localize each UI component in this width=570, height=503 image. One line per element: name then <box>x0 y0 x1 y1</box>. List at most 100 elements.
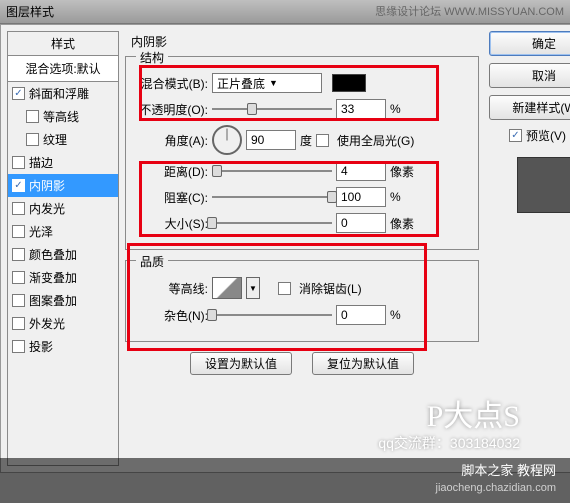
noise-value[interactable]: 0 <box>336 305 386 325</box>
make-default-button[interactable]: 设置为默认值 <box>190 352 292 375</box>
structure-fieldset: 结构 混合模式(B): 正片叠底 ▼ 不透明度(O): 33 % 角度(A): … <box>125 56 479 250</box>
shadow-color-chip[interactable] <box>332 74 366 92</box>
style-item-描边[interactable]: ✓ 描边 <box>8 151 118 174</box>
blend-options-row[interactable]: 混合选项:默认 <box>8 56 118 82</box>
style-item-斜面和浮雕[interactable]: ✓ 斜面和浮雕 <box>8 82 118 105</box>
style-item-颜色叠加[interactable]: ✓ 颜色叠加 <box>8 243 118 266</box>
preview-row: ✓ 预览(V) <box>489 127 570 144</box>
noise-unit: % <box>390 308 420 322</box>
forum-watermark: 思缘设计论坛 WWW.MISSYUAN.COM <box>375 0 564 23</box>
cancel-button[interactable]: 取消 <box>489 63 570 88</box>
style-checkbox[interactable]: ✓ <box>26 133 39 146</box>
styles-header: 样式 <box>8 32 118 56</box>
dialog-body: 样式 混合选项:默认 ✓ 斜面和浮雕 ✓ 等高线 ✓ 纹理 ✓ 描边 ✓ 内阴影 ✓ 内发光 ✓ 光泽 ✓ 颜… <box>0 24 570 473</box>
preview-swatch <box>517 157 570 213</box>
style-checkbox[interactable]: ✓ <box>12 225 25 238</box>
style-label: 描边 <box>29 154 53 171</box>
right-column: 确定 取消 新建样式(W ✓ 预览(V) <box>489 31 570 213</box>
angle-unit: 度 <box>300 132 312 149</box>
size-value[interactable]: 0 <box>336 213 386 233</box>
opacity-value[interactable]: 33 <box>336 99 386 119</box>
antialias-checkbox[interactable] <box>278 282 291 295</box>
angle-row: 角度(A): 90 度 使用全局光(G) <box>136 125 468 155</box>
use-global-label: 使用全局光(G) <box>337 132 414 149</box>
style-item-图案叠加[interactable]: ✓ 图案叠加 <box>8 289 118 312</box>
main-panel: 内阴影 结构 混合模式(B): 正片叠底 ▼ 不透明度(O): 33 % 角度(… <box>125 31 479 466</box>
style-item-纹理[interactable]: ✓ 纹理 <box>8 128 118 151</box>
style-label: 内发光 <box>29 200 65 217</box>
angle-label: 角度(A): <box>136 132 208 149</box>
window-title: 图层样式 <box>6 0 54 23</box>
style-checkbox[interactable]: ✓ <box>12 156 25 169</box>
style-label: 斜面和浮雕 <box>29 85 89 102</box>
style-checkbox[interactable]: ✓ <box>26 110 39 123</box>
contour-dropdown-icon[interactable]: ▼ <box>246 277 260 299</box>
opacity-row: 不透明度(O): 33 % <box>136 99 468 119</box>
styles-panel: 样式 混合选项:默认 ✓ 斜面和浮雕 ✓ 等高线 ✓ 纹理 ✓ 描边 ✓ 内阴影 ✓ 内发光 ✓ 光泽 ✓ 颜… <box>7 31 119 466</box>
choke-unit: % <box>390 190 420 204</box>
distance-label: 距离(D): <box>136 163 208 180</box>
size-row: 大小(S): 0 像素 <box>136 213 468 233</box>
style-item-投影[interactable]: ✓ 投影 <box>8 335 118 358</box>
use-global-light-checkbox[interactable] <box>316 134 329 147</box>
reset-default-button[interactable]: 复位为默认值 <box>312 352 414 375</box>
style-label: 图案叠加 <box>29 292 77 309</box>
distance-slider[interactable] <box>212 163 332 179</box>
contour-row: 等高线: ▼ 消除锯齿(L) <box>136 277 468 299</box>
blend-mode-row: 混合模式(B): 正片叠底 ▼ <box>136 73 468 93</box>
preview-label: 预览(V) <box>526 127 566 144</box>
antialias-label: 消除锯齿(L) <box>299 280 362 297</box>
choke-slider[interactable] <box>212 189 332 205</box>
style-checkbox[interactable]: ✓ <box>12 87 25 100</box>
angle-value[interactable]: 90 <box>246 130 296 150</box>
style-checkbox[interactable]: ✓ <box>12 317 25 330</box>
style-checkbox[interactable]: ✓ <box>12 179 25 192</box>
choke-row: 阻塞(C): 100 % <box>136 187 468 207</box>
preview-checkbox[interactable]: ✓ <box>509 129 522 142</box>
noise-slider[interactable] <box>212 307 332 323</box>
distance-value[interactable]: 4 <box>336 161 386 181</box>
quality-fieldset: 品质 等高线: ▼ 消除锯齿(L) 杂色(N): 0 % <box>125 260 479 342</box>
style-label: 内阴影 <box>29 177 65 194</box>
style-checkbox[interactable]: ✓ <box>12 271 25 284</box>
style-checkbox[interactable]: ✓ <box>12 248 25 261</box>
opacity-slider[interactable] <box>212 101 332 117</box>
contour-label: 等高线: <box>136 280 208 297</box>
size-label: 大小(S): <box>136 215 208 232</box>
size-unit: 像素 <box>390 215 420 232</box>
blend-mode-label: 混合模式(B): <box>136 75 208 92</box>
style-checkbox[interactable]: ✓ <box>12 340 25 353</box>
chevron-down-icon: ▼ <box>269 78 278 88</box>
contour-picker[interactable] <box>212 277 242 299</box>
style-checkbox[interactable]: ✓ <box>12 294 25 307</box>
blend-mode-dropdown[interactable]: 正片叠底 ▼ <box>212 73 322 93</box>
style-label: 纹理 <box>43 131 67 148</box>
styles-list: 混合选项:默认 ✓ 斜面和浮雕 ✓ 等高线 ✓ 纹理 ✓ 描边 ✓ 内阴影 ✓ 内发光 ✓ 光泽 ✓ 颜色叠加… <box>8 56 118 358</box>
angle-dial[interactable] <box>212 125 242 155</box>
style-item-渐变叠加[interactable]: ✓ 渐变叠加 <box>8 266 118 289</box>
style-label: 光泽 <box>29 223 53 240</box>
distance-unit: 像素 <box>390 163 420 180</box>
noise-label: 杂色(N): <box>136 307 208 324</box>
style-label: 渐变叠加 <box>29 269 77 286</box>
style-item-内发光[interactable]: ✓ 内发光 <box>8 197 118 220</box>
style-item-光泽[interactable]: ✓ 光泽 <box>8 220 118 243</box>
opacity-label: 不透明度(O): <box>136 101 208 118</box>
style-label: 颜色叠加 <box>29 246 77 263</box>
ok-button[interactable]: 确定 <box>489 31 570 56</box>
opacity-unit: % <box>390 102 420 116</box>
choke-label: 阻塞(C): <box>136 189 208 206</box>
structure-legend: 结构 <box>136 49 168 66</box>
quality-legend: 品质 <box>136 253 168 270</box>
title-bar: 图层样式 思缘设计论坛 WWW.MISSYUAN.COM <box>0 0 570 24</box>
style-item-内阴影[interactable]: ✓ 内阴影 <box>8 174 118 197</box>
style-item-等高线[interactable]: ✓ 等高线 <box>8 105 118 128</box>
style-label: 等高线 <box>43 108 79 125</box>
style-item-外发光[interactable]: ✓外发光 <box>8 312 118 335</box>
style-label: 投影 <box>29 338 53 355</box>
new-style-button[interactable]: 新建样式(W <box>489 95 570 120</box>
choke-value[interactable]: 100 <box>336 187 386 207</box>
default-buttons-row: 设置为默认值 复位为默认值 <box>125 352 479 375</box>
size-slider[interactable] <box>212 215 332 231</box>
style-checkbox[interactable]: ✓ <box>12 202 25 215</box>
